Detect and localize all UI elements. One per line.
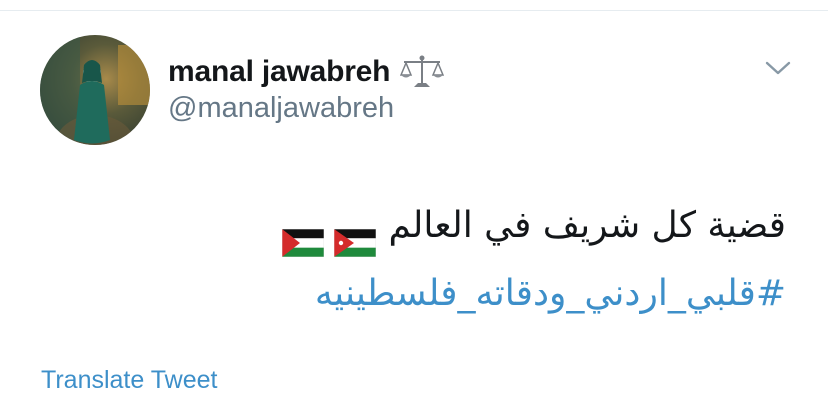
jordan-flag-icon — [334, 212, 377, 258]
flag-emojis — [282, 212, 377, 258]
translate-tweet-link[interactable]: Translate Tweet — [41, 366, 217, 395]
hashtag-link[interactable]: #قلبي_اردني_ودقاته_فلسطينيه — [315, 260, 786, 328]
user-name-row: manal jawabreh — [168, 52, 445, 92]
divider — [0, 10, 828, 11]
chevron-down-icon[interactable] — [765, 58, 791, 78]
tweet-text-line: قضية كل شريف في العالم — [282, 192, 786, 260]
hashtag-line: #قلبي_اردني_ودقاته_فلسطينيه — [282, 260, 786, 328]
avatar[interactable] — [40, 35, 150, 145]
tweet-text: قضية كل شريف في العالم — [388, 205, 786, 246]
tweet-body: قضية كل شريف في العالم #قلبي_اردني_ودقات… — [282, 192, 786, 328]
scales-icon — [400, 54, 445, 90]
palestine-flag-icon — [282, 212, 325, 258]
tweet-card: manal jawabreh @manaljawabreh قضية كل شر… — [0, 0, 828, 413]
display-name[interactable]: manal jawabreh — [168, 55, 390, 89]
user-handle[interactable]: @manaljawabreh — [168, 92, 394, 125]
